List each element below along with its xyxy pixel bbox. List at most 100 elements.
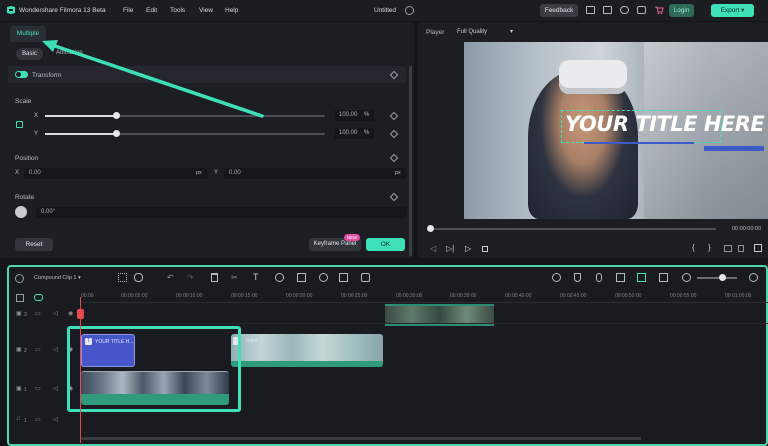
position-y-input[interactable]: 0.00 (224, 168, 406, 179)
export-label: Export (720, 7, 740, 14)
video-clip-track-2[interactable]: Video (231, 334, 383, 367)
zoom-out-icon[interactable] (682, 273, 691, 282)
position-x-label: X (15, 170, 20, 176)
cloud-upload-icon[interactable] (620, 6, 629, 14)
rotate-input[interactable]: 0.00° (36, 207, 406, 218)
new-badge: NEW (344, 234, 360, 241)
redo-icon[interactable]: ↷ (187, 273, 194, 282)
ruler-tick: 00:00:35:00 (450, 293, 477, 299)
step-forward-icon[interactable]: ▷| (446, 244, 454, 253)
group-icon[interactable] (361, 273, 370, 282)
folder-icon[interactable]: ▭ (35, 416, 41, 423)
position-keyframe-icon[interactable] (389, 153, 399, 163)
speed-icon[interactable] (275, 273, 284, 282)
reset-button[interactable]: Reset (15, 238, 53, 251)
cut-icon[interactable]: ✂ (231, 273, 238, 282)
mark-out-icon[interactable]: } (708, 243, 711, 252)
ruler-tick: 00:00:15:00 (231, 293, 258, 299)
chevron-down-icon: ▾ (509, 29, 513, 35)
eye-icon[interactable]: ◉ (68, 310, 73, 317)
video-clip-label: Video (245, 338, 258, 344)
render-icon[interactable] (552, 273, 561, 282)
folder-icon[interactable]: ▭ (35, 346, 41, 353)
save-icon[interactable] (603, 6, 612, 14)
player-panel: Player Full Quality ▾ YOUR TITLE HERE 00… (418, 22, 768, 258)
rotate-dial[interactable] (15, 206, 27, 218)
chevron-down-icon: ▾ (741, 7, 745, 14)
playhead-marker[interactable] (77, 309, 84, 319)
track-number: 3 (24, 312, 27, 318)
zoom-slider[interactable] (697, 277, 737, 279)
speaker-icon[interactable]: ◁ (53, 310, 58, 317)
ruler-tick: 00:00:05:00 (121, 293, 148, 299)
ruler-tick: 00:00 (81, 293, 94, 299)
scale-x-unit: % (364, 112, 370, 118)
chevron-down-icon: ▾ (78, 275, 81, 281)
audio-icon[interactable] (738, 245, 744, 252)
mark-in-icon[interactable]: { (692, 243, 695, 252)
zoom-slider-handle[interactable] (719, 274, 726, 281)
speaker-icon[interactable]: ◁ (53, 416, 58, 423)
cloud-status-icon (405, 6, 414, 15)
document-title: Untitled (374, 7, 397, 14)
timeline-scrollbar[interactable] (81, 437, 641, 440)
timecode-display: 00:00:00:00 (732, 226, 762, 232)
music-icon: ♫ (16, 416, 21, 422)
scale-y-unit: % (364, 130, 370, 136)
crop-icon[interactable] (297, 273, 306, 282)
title-overlay-text[interactable]: YOUR TITLE HERE (565, 112, 765, 136)
scale-y-slider-handle[interactable] (113, 130, 120, 137)
compound-clip-dropdown[interactable]: Compound Clip 1 ▾ (34, 275, 81, 281)
inspector-scrollbar[interactable] (409, 66, 412, 256)
playhead-handle[interactable] (427, 225, 434, 232)
ok-button[interactable]: OK (366, 238, 405, 251)
screen-layout-icon[interactable] (586, 6, 595, 14)
position-x-unit: px (196, 170, 202, 176)
folder-icon[interactable]: ▭ (35, 385, 41, 392)
ruler-tick: 00:01:00:00 (725, 293, 752, 299)
fullscreen-icon[interactable] (754, 244, 762, 252)
ruler-tick: 00:00:55:00 (670, 293, 697, 299)
notifications-icon[interactable] (637, 6, 646, 14)
cart-icon[interactable] (654, 5, 664, 15)
preview-frame[interactable]: YOUR TITLE HERE (464, 42, 768, 219)
scale-x-keyframe-icon[interactable] (389, 111, 399, 121)
home-icon[interactable] (15, 274, 24, 283)
color-icon[interactable] (319, 273, 328, 282)
add-track-icon[interactable] (16, 294, 24, 302)
shield-icon[interactable] (574, 273, 581, 282)
snap-icon[interactable] (637, 273, 646, 282)
speaker-icon[interactable]: ◁ (53, 385, 58, 392)
prev-frame-icon[interactable]: ◁ (430, 244, 436, 253)
quality-dropdown[interactable]: Full Quality ▾ (454, 26, 518, 38)
scale-y-keyframe-icon[interactable] (389, 129, 399, 139)
position-x-input[interactable]: 0.00 (24, 168, 208, 179)
ruler-tick: 00:00:25:00 (341, 293, 368, 299)
ruler-tick: 00:00:20:00 (286, 293, 313, 299)
delete-icon[interactable] (211, 273, 218, 282)
layout-grid-icon[interactable] (118, 273, 127, 282)
ai-audio-icon[interactable] (616, 273, 625, 282)
export-button[interactable]: Export ▾ (711, 4, 754, 17)
magnet-icon[interactable] (134, 273, 143, 282)
feedback-button[interactable]: Feedback (540, 4, 578, 17)
undo-icon[interactable]: ↶ (167, 273, 174, 282)
text-icon[interactable]: T (253, 272, 259, 282)
zoom-in-icon[interactable] (749, 273, 758, 282)
video-track-icon: ▣ (16, 347, 22, 353)
microphone-icon[interactable] (596, 273, 602, 282)
split-screen-icon[interactable] (339, 273, 348, 282)
speaker-icon[interactable]: ◁ (53, 346, 58, 353)
link-icon[interactable] (34, 294, 43, 301)
rotate-keyframe-icon[interactable] (389, 192, 399, 202)
stop-icon[interactable] (482, 246, 488, 252)
login-button[interactable]: Login (669, 4, 694, 17)
folder-icon[interactable]: ▭ (35, 310, 41, 317)
title-underline (584, 142, 694, 144)
marker-icon[interactable] (659, 273, 668, 282)
snapshot-icon[interactable] (724, 245, 732, 252)
play-icon[interactable]: ▷ (465, 244, 471, 253)
preview-vr-headset (559, 60, 627, 94)
playback-progress[interactable] (430, 228, 716, 230)
title-accent-bar (704, 146, 764, 151)
